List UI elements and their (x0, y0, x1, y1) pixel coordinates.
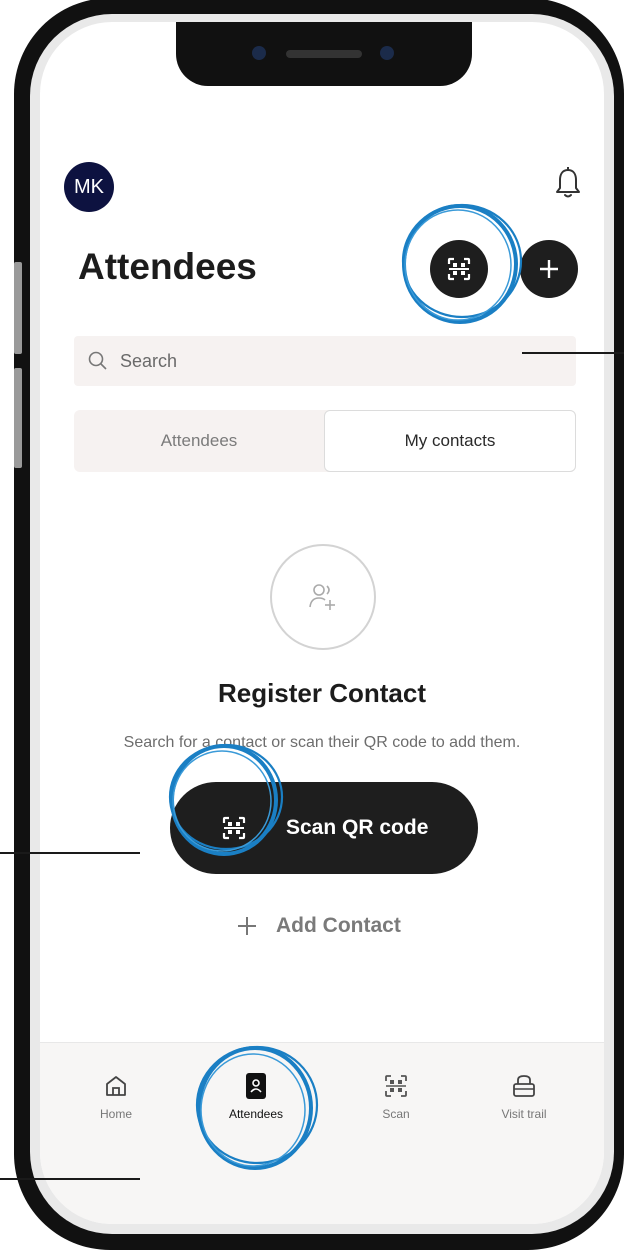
search-input[interactable]: Search (120, 351, 177, 372)
nav-home-label: Home (99, 1107, 132, 1121)
scan-button-icon-wrap (210, 804, 258, 852)
camera-left (252, 46, 266, 60)
nav-visit-trail[interactable]: Visit trail (464, 1069, 584, 1121)
app-screen: MK Attendees Search Attendees My contact… (40, 22, 604, 1224)
empty-state-icon-circle (270, 544, 376, 650)
search-icon (88, 351, 107, 370)
scan-qr-header-button[interactable] (430, 240, 488, 298)
camera-right (380, 46, 394, 60)
nav-visit-trail-label: Visit trail (501, 1107, 547, 1121)
plus-icon (540, 260, 558, 278)
volume-down-button (14, 368, 22, 468)
page-title: Attendees (78, 246, 257, 287)
callout-line-nav (0, 1178, 140, 1180)
scan-button-label: Scan QR code (286, 816, 429, 839)
contact-book-icon (246, 1073, 266, 1099)
scan-qr-code-button[interactable]: Scan QR code (170, 782, 478, 874)
plus-icon (238, 917, 256, 935)
notch (176, 22, 472, 86)
callout-line-search (522, 352, 624, 354)
bottom-nav: Home Attendees Scan Visit trail (40, 1042, 604, 1224)
volume-up-button (14, 262, 22, 354)
segmented-tabs: Attendees My contacts (74, 410, 576, 472)
home-icon (106, 1076, 126, 1096)
qr-scan-icon (385, 1075, 407, 1097)
tab-my-contacts[interactable]: My contacts (324, 410, 576, 472)
avatar[interactable]: MK (64, 162, 114, 212)
bell-icon[interactable] (554, 166, 582, 200)
tab-attendees[interactable]: Attendees (74, 410, 324, 472)
nav-home[interactable]: Home (56, 1069, 176, 1121)
nav-attendees-label: Attendees (228, 1107, 284, 1121)
callout-line-scan (0, 852, 140, 854)
avatar-initials: MK (74, 175, 104, 198)
add-button[interactable] (520, 240, 578, 298)
search-field[interactable]: Search (74, 336, 576, 386)
add-contact-button[interactable]: Add Contact (236, 914, 401, 938)
bag-icon (513, 1075, 535, 1097)
nav-scan-label: Scan (382, 1107, 410, 1121)
add-contact-label: Add Contact (276, 914, 401, 937)
speaker (286, 50, 362, 58)
nav-scan[interactable]: Scan (336, 1069, 456, 1121)
add-person-icon (309, 584, 335, 610)
nav-attendees[interactable]: Attendees (196, 1069, 316, 1121)
empty-state-description: Search for a contact or scan their QR co… (123, 734, 521, 751)
qr-scan-icon (222, 816, 246, 840)
qr-scan-icon (447, 257, 471, 281)
empty-state-title: Register Contact (217, 678, 427, 708)
